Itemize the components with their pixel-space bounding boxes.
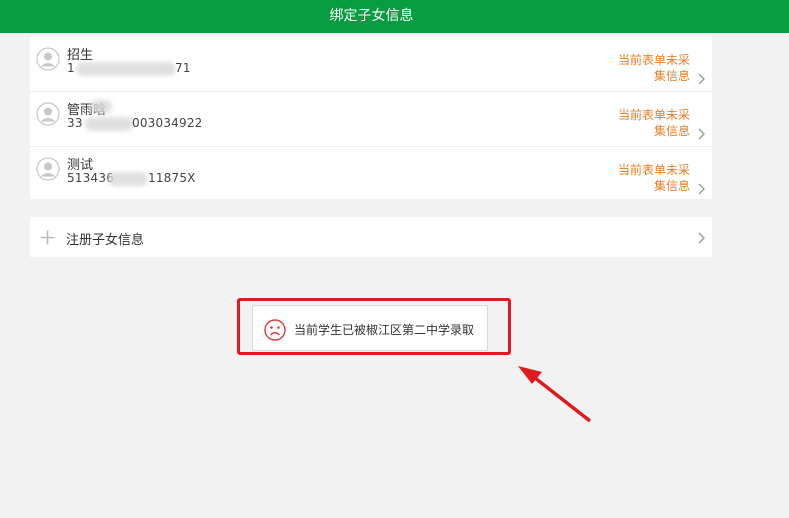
chevron-right-icon: [698, 128, 705, 140]
child-id-prefix: 33: [67, 116, 83, 130]
children-list: 招生 1 71 当前表单未采 集信息 管雨晗 33 003034922 当前表单…: [30, 37, 712, 199]
collection-status: 当前表单未采 集信息: [617, 53, 690, 83]
chevron-right-icon: [698, 232, 705, 244]
child-id-suffix: 11875X: [148, 171, 196, 185]
child-id-suffix: 003034922: [132, 116, 203, 130]
child-id-prefix: 513436: [67, 171, 115, 185]
redaction-blur: [90, 100, 112, 113]
redaction-blur: [85, 117, 133, 131]
child-row[interactable]: 管雨晗 33 003034922 当前表单未采 集信息: [30, 92, 712, 147]
chevron-right-icon: [698, 183, 705, 195]
redaction-blur: [76, 62, 176, 76]
register-child-button[interactable]: 注册子女信息: [30, 217, 712, 257]
annotation-highlight-box: [237, 298, 511, 355]
user-avatar-icon: [36, 157, 60, 181]
page-header: 绑定子女信息: [0, 0, 789, 33]
user-avatar-icon: [36, 47, 60, 71]
collection-status: 当前表单未采 集信息: [617, 163, 690, 193]
chevron-right-icon: [698, 73, 705, 85]
annotation-arrow-icon: [518, 366, 592, 423]
register-child-label: 注册子女信息: [66, 233, 145, 248]
collection-status: 当前表单未采 集信息: [617, 108, 690, 138]
child-id-suffix: 71: [175, 61, 191, 75]
child-row[interactable]: 招生 1 71 当前表单未采 集信息: [30, 37, 712, 92]
page-title: 绑定子女信息: [329, 8, 414, 24]
plus-icon: [40, 230, 55, 245]
redaction-blur: [108, 172, 148, 186]
user-avatar-icon: [36, 102, 60, 126]
child-row[interactable]: 测试 513436 11875X 当前表单未采 集信息: [30, 147, 712, 201]
child-id-prefix: 1: [67, 61, 75, 75]
